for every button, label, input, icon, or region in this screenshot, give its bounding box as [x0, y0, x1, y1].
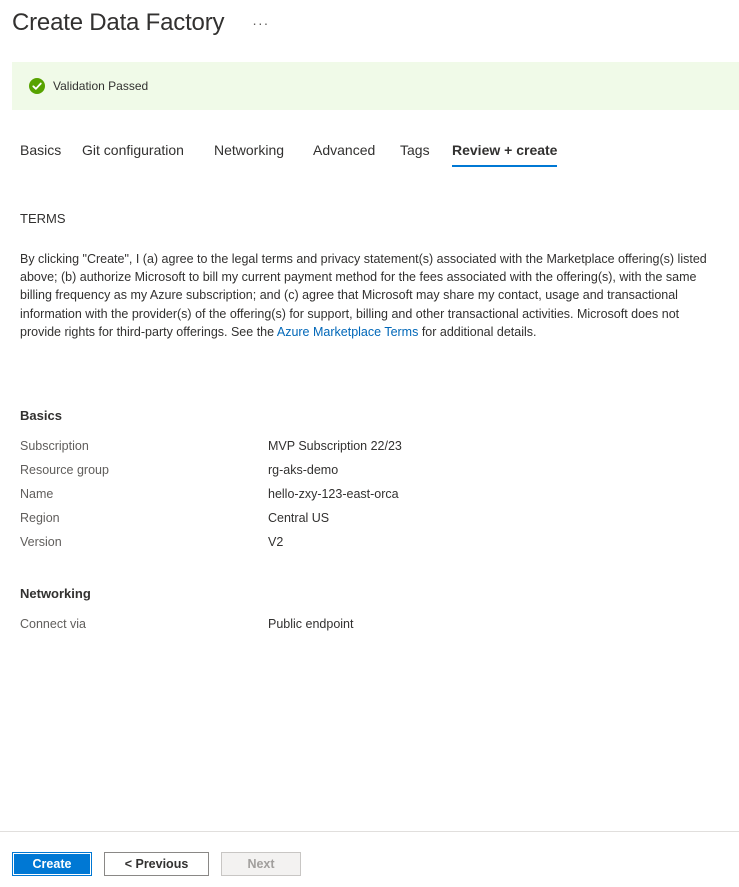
title-row: Create Data Factory ···: [12, 6, 273, 40]
validation-banner: Validation Passed: [12, 62, 739, 110]
row-label: Version: [20, 535, 62, 549]
success-check-icon: [29, 78, 45, 94]
basics-heading: Basics: [20, 408, 62, 423]
summary-row-connect-via: Connect via Public endpoint: [20, 617, 720, 635]
summary-row-resource-group: Resource group rg-aks-demo: [20, 463, 720, 481]
row-label: Subscription: [20, 439, 89, 453]
footer-divider: [0, 831, 739, 832]
tab-review-create[interactable]: Review + create: [452, 141, 558, 167]
row-label: Connect via: [20, 617, 87, 631]
tab-git-configuration[interactable]: Git configuration: [82, 141, 184, 167]
row-label: Resource group: [20, 463, 109, 477]
row-value: hello-zxy-123-east-orca: [268, 487, 399, 501]
row-value: V2: [268, 535, 284, 549]
terms-text: By clicking "Create", I (a) agree to the…: [20, 250, 710, 341]
previous-button[interactable]: < Previous: [104, 852, 209, 876]
azure-marketplace-terms-link[interactable]: Azure Marketplace Terms: [277, 325, 419, 339]
summary-row-name: Name hello-zxy-123-east-orca: [20, 487, 720, 505]
networking-heading: Networking: [20, 586, 91, 601]
more-options-button[interactable]: ···: [248, 13, 273, 33]
row-label: Name: [20, 487, 54, 501]
next-button: Next: [221, 852, 301, 876]
tab-tags[interactable]: Tags: [400, 141, 430, 167]
row-value: Central US: [268, 511, 330, 525]
create-button[interactable]: Create: [12, 852, 92, 876]
tab-networking[interactable]: Networking: [214, 141, 284, 167]
summary-row-subscription: Subscription MVP Subscription 22/23: [20, 439, 720, 457]
terms-text-after: for additional details.: [418, 324, 537, 339]
terms-heading: TERMS: [20, 211, 66, 226]
row-value: Public endpoint: [268, 617, 354, 631]
summary-row-version: Version V2: [20, 535, 720, 553]
row-label: Region: [20, 511, 60, 525]
row-value: rg-aks-demo: [268, 463, 339, 477]
page-title: Create Data Factory: [12, 9, 225, 36]
validation-message: Validation Passed: [53, 79, 149, 93]
row-value: MVP Subscription 22/23: [268, 439, 402, 453]
tab-advanced[interactable]: Advanced: [313, 141, 375, 167]
summary-row-region: Region Central US: [20, 511, 720, 529]
tab-basics[interactable]: Basics: [20, 141, 61, 167]
